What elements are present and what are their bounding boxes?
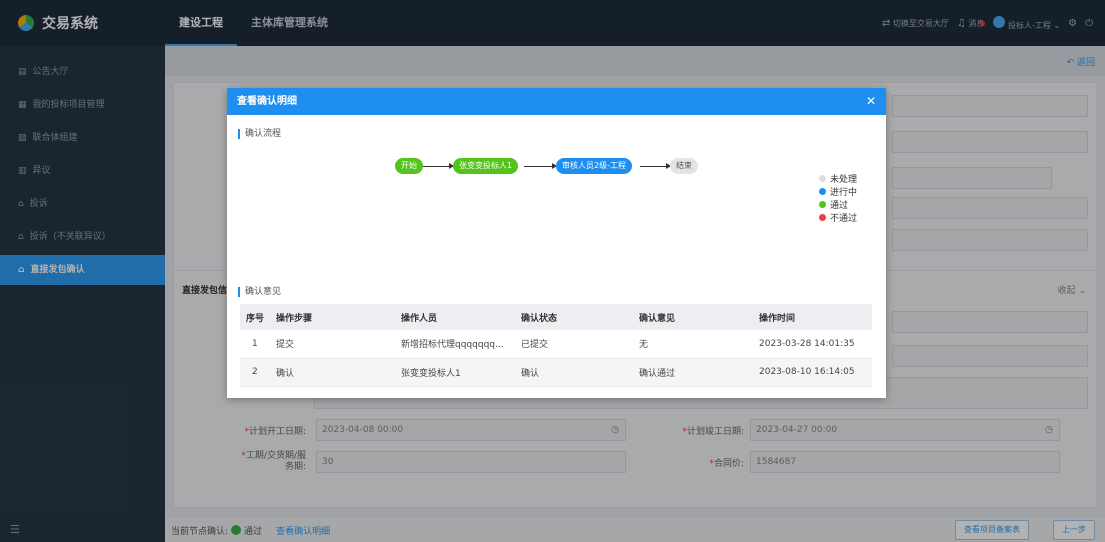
flow-node-submitter: 张变变投标人1	[453, 158, 519, 174]
flow-node-reviewer: 审核人员2级-工程	[556, 158, 632, 174]
flow-arrow	[524, 163, 557, 169]
flow-arrow	[640, 163, 671, 169]
table-header-row: 序号 操作步骤 操作人员 确认状态 确认意见 操作时间	[240, 304, 872, 330]
table-row: 2 确认 张变变投标人1 确认 确认通过 2023-08-10 16:14:05	[240, 358, 872, 387]
opinion-section-title: 确认意见	[238, 287, 281, 297]
col-header: 序号	[240, 304, 270, 330]
legend-item-pending: 未处理	[819, 174, 857, 187]
confirm-detail-modal: 查看确认明细 ✕ 确认流程 开始 张变变投标人1 审核人员2级-工程 结束 未处…	[227, 88, 886, 398]
flow-node-end: 结束	[670, 158, 698, 174]
legend-item-rejected: 不通过	[819, 213, 857, 226]
col-header: 确认状态	[515, 304, 633, 330]
col-header: 确认意见	[633, 304, 753, 330]
confirm-opinion-table: 序号 操作步骤 操作人员 确认状态 确认意见 操作时间 1 提交 新增招标代理q…	[240, 304, 872, 387]
close-icon[interactable]: ✕	[866, 88, 876, 115]
flow-arrow	[423, 163, 454, 169]
flow-section-title: 确认流程	[238, 129, 281, 139]
legend-item-in-progress: 进行中	[819, 187, 857, 200]
table-row: 1 提交 新增招标代理qqqqqqq... 已提交 无 2023-03-28 1…	[240, 330, 872, 359]
col-header: 操作步骤	[270, 304, 395, 330]
legend-item-passed: 通过	[819, 200, 857, 213]
flow-legend: 未处理 进行中 通过 不通过	[819, 174, 857, 226]
modal-header: 查看确认明细 ✕	[227, 88, 886, 115]
col-header: 操作人员	[395, 304, 515, 330]
col-header: 操作时间	[753, 304, 872, 330]
flow-node-start: 开始	[395, 158, 423, 174]
modal-title: 查看确认明细	[237, 96, 297, 107]
